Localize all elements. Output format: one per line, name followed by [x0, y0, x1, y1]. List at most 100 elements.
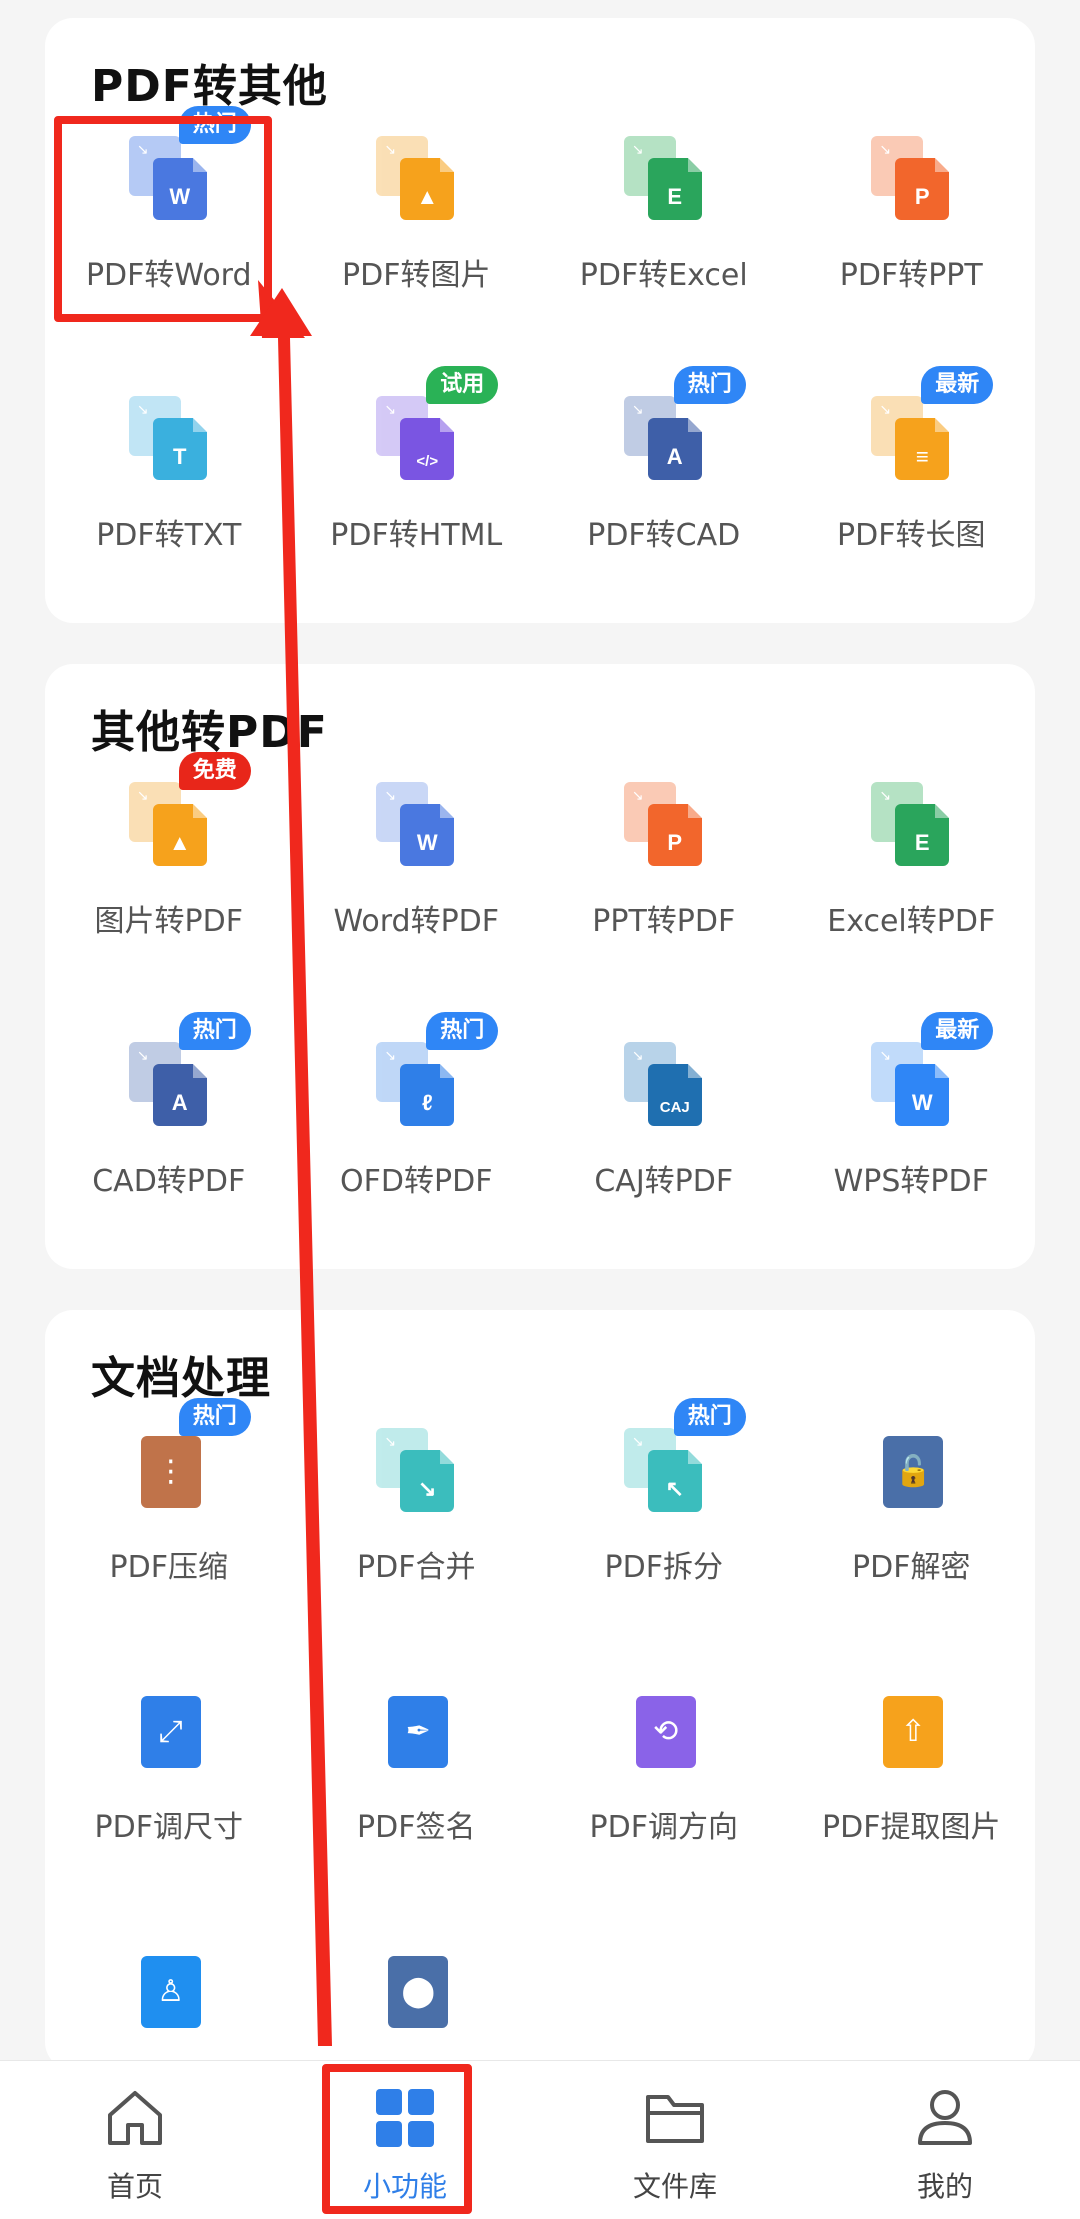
doc-front-shape: ↘	[400, 1450, 455, 1512]
tool-item[interactable]: ↘ W 最新 WPS转PDF	[788, 1012, 1036, 1274]
icon-glyph: 🔓	[894, 1454, 932, 1489]
tool-item[interactable]: ↘ T PDF转TXT	[45, 368, 293, 628]
icon-glyph: W	[169, 184, 191, 209]
tool-item[interactable]: 🔓 PDF解密	[788, 1400, 1036, 1660]
tool-badge: 最新	[921, 1012, 994, 1050]
tool-item[interactable]: ↘ W Word转PDF	[293, 754, 541, 1014]
icon-glyph: T	[173, 444, 187, 469]
tool-badge: 试用	[426, 366, 499, 404]
doc-front-shape: T	[152, 418, 207, 480]
tool-label: WPS转PDF	[833, 1164, 989, 1199]
tool-label: PDF拆分	[604, 1550, 723, 1585]
pdf-to-image-icon: ↘ ▲	[376, 136, 456, 220]
pdf-to-html-icon: ↘ </>	[376, 396, 456, 480]
tool-label: PDF调方向	[589, 1810, 738, 1845]
tool-item[interactable]: ↘ W 热门 PDF转Word	[45, 106, 293, 368]
tool-item[interactable]: ↘ </> 试用 PDF转HTML	[293, 366, 541, 628]
icon-glyph: ▲	[416, 184, 439, 209]
doc-single-shape: ⇧	[883, 1696, 944, 1768]
tool-label: PDF转CAD	[587, 518, 741, 553]
ofd-to-pdf-icon: ↘ ℓ	[376, 1042, 456, 1126]
pdf-split-icon: ↘ ↖	[623, 1428, 704, 1512]
icon-glyph: A	[666, 444, 683, 469]
icon-glyph: ↘	[418, 1476, 437, 1501]
pdf-sign-icon: ✒	[376, 1688, 456, 1772]
tool-label: PPT转PDF	[592, 904, 736, 939]
tool-badge: 热门	[673, 1398, 746, 1436]
doc-single-shape: ⤢	[140, 1696, 201, 1768]
folder-icon	[646, 2095, 704, 2143]
icon-glyph: A	[171, 1090, 188, 1115]
tool-label: PDF转图片	[342, 258, 491, 293]
tool-label: PDF解密	[852, 1550, 971, 1585]
pdf-to-word-icon: ↘ W	[128, 136, 209, 220]
wps-to-pdf-icon: ↘ W	[871, 1042, 951, 1126]
tool-item[interactable]: ⇧ PDF提取图片	[788, 1660, 1036, 1920]
tool-item[interactable]: ↘ P PPT转PDF	[540, 754, 788, 1014]
icon-glyph: ℓ	[421, 1090, 433, 1115]
tool-label: 图片转PDF	[94, 904, 243, 939]
icon-glyph: E	[914, 830, 930, 855]
section-card-other-to-pdf: 其他转PDF ↘ ▲ 免费 图片转PDF ↘ W Word转PDF ↘ P PPT转PDF ↘ E Ex…	[45, 664, 1035, 1269]
tool-badge: 热门	[178, 1012, 251, 1050]
nav-label: 小功能	[362, 2170, 447, 2203]
doc-front-shape: ▲	[152, 804, 207, 866]
tool-grid: ↘ ▲ 免费 图片转PDF ↘ W Word转PDF ↘ P PPT转PDF ↘ E Excel转PDF…	[45, 752, 1036, 1274]
tool-badge: 热门	[178, 106, 251, 144]
nav-home[interactable]: 首页	[0, 2061, 270, 2219]
tool-item[interactable]: ↘ ▲ PDF转图片	[293, 108, 541, 368]
tool-item[interactable]: ↘ ↖ 热门 PDF拆分	[540, 1398, 788, 1660]
doc-front-shape: W	[152, 158, 207, 220]
excel-to-pdf-icon: ↘ E	[871, 782, 951, 866]
pdf-to-txt-icon: ↘ T	[128, 396, 209, 480]
tool-item[interactable]: ↘ ℓ 热门 OFD转PDF	[293, 1012, 541, 1274]
tool-item[interactable]: ⟲ PDF调方向	[540, 1660, 788, 1920]
tool-item[interactable]: ✒ PDF签名	[293, 1660, 541, 1920]
icon-glyph: P	[667, 830, 683, 855]
tool-badge: 最新	[921, 366, 994, 404]
pdf-extract-image-icon: ⇧	[871, 1688, 951, 1772]
doc-single-shape: ✒	[388, 1696, 449, 1768]
pdf-merge-icon: ↘ ↘	[376, 1428, 456, 1512]
tool-item[interactable]: ↘ E PDF转Excel	[540, 108, 788, 368]
tool-item[interactable]: ↘ ≡ 最新 PDF转长图	[788, 366, 1036, 628]
nav-file-library[interactable]: 文件库	[540, 2061, 810, 2219]
tool-item[interactable]: ↘ E Excel转PDF	[788, 754, 1036, 1014]
tool-label: PDF转Excel	[579, 258, 748, 293]
word-to-pdf-icon: ↘ W	[376, 782, 456, 866]
icon-glyph: ≡	[915, 444, 929, 469]
tool-label: CAJ转PDF	[594, 1164, 734, 1199]
doc-front-shape: E	[895, 804, 950, 866]
doc-front-shape: ℓ	[400, 1064, 455, 1126]
doc-front-shape: A	[152, 1064, 207, 1126]
doc-front-shape: W	[895, 1064, 950, 1126]
tool-item[interactable]: ↘ A 热门 CAD转PDF	[45, 1012, 293, 1274]
tool-item[interactable]: ↘ ▲ 免费 图片转PDF	[45, 752, 293, 1014]
tool-item[interactable]: ↘ ↘ PDF合并	[293, 1400, 541, 1660]
pdf-decrypt-icon: 🔓	[871, 1428, 951, 1512]
nav-label: 我的	[916, 2170, 973, 2203]
tool-item[interactable]: ⋮ 热门 PDF压缩	[45, 1398, 293, 1660]
nav-label: 首页	[106, 2170, 163, 2203]
pdf-stamp-icon: ♙	[129, 1948, 209, 2032]
pdf-rotate-icon: ⟲	[624, 1688, 704, 1772]
tool-item[interactable]: ↘ CAJ CAJ转PDF	[540, 1014, 788, 1274]
nav-tools[interactable]: 小功能	[270, 2061, 540, 2219]
tool-item[interactable]: ↘ P PDF转PPT	[788, 108, 1036, 368]
tool-item[interactable]: ↘ A 热门 PDF转CAD	[540, 366, 788, 628]
caj-to-pdf-icon: ↘ CAJ	[623, 1042, 704, 1126]
tool-grid: ↘ W 热门 PDF转Word ↘ ▲ PDF转图片 ↘ E PDF转Excel ↘ P PDF转PPT…	[45, 106, 1036, 628]
section-card-pdf-to-other: PDF转其他 ↘ W 热门 PDF转Word ↘ ▲ PDF转图片 ↘ E PDF转Excel ↘ P…	[45, 18, 1035, 623]
doc-front-shape: P	[647, 804, 702, 866]
nav-profile[interactable]: 我的	[810, 2061, 1080, 2219]
icon-glyph: ↖	[665, 1476, 684, 1501]
tool-label: Word转PDF	[333, 904, 500, 939]
doc-single-shape: ⋮	[140, 1436, 201, 1508]
tool-label: PDF转Word	[85, 258, 252, 293]
icon-glyph: ⋮	[155, 1454, 186, 1489]
tool-item[interactable]: ⤢ PDF调尺寸	[45, 1660, 293, 1920]
doc-front-shape: ↖	[647, 1450, 702, 1512]
tool-label: PDF签名	[357, 1810, 476, 1845]
doc-front-shape: E	[647, 158, 702, 220]
pdf-compress-icon: ⋮	[129, 1428, 209, 1512]
